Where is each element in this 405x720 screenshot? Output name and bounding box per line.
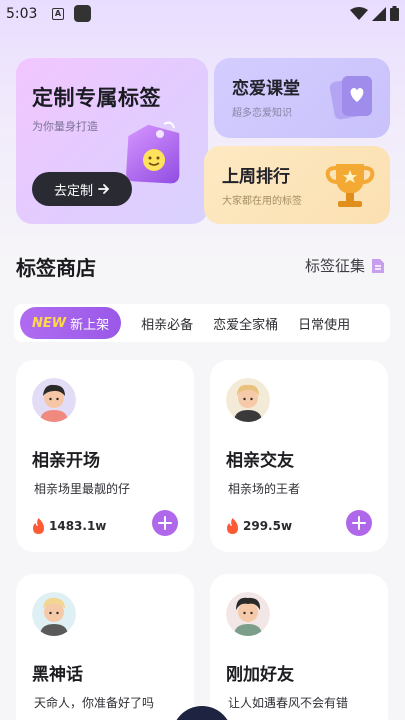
arrow-right-icon bbox=[98, 184, 110, 194]
add-tag-button[interactable] bbox=[346, 510, 372, 536]
document-icon bbox=[372, 258, 384, 273]
tag-store-title: 标签商店 bbox=[16, 256, 96, 280]
tag-collection-link[interactable]: 标签征集 bbox=[305, 255, 385, 276]
plus-icon bbox=[352, 516, 366, 530]
usage-count-value: 299.5w bbox=[243, 519, 293, 533]
avatar bbox=[32, 592, 76, 636]
custom-tag-title: 定制专属标签 bbox=[32, 86, 161, 110]
tag-collection-label: 标签征集 bbox=[304, 257, 365, 275]
weekly-ranking-banner[interactable]: 上周排行 大家都在用的标签 bbox=[204, 146, 390, 224]
plus-icon bbox=[158, 516, 172, 530]
card-title: 黑神话 bbox=[32, 665, 83, 685]
custom-tag-subtitle: 为你量身打造 bbox=[32, 120, 98, 133]
tag-card[interactable]: 相亲开场 相亲场里最靓的仔 1483.1w bbox=[16, 360, 194, 552]
usage-count-value: 1483.1w bbox=[49, 519, 107, 533]
avatar bbox=[226, 592, 270, 636]
avatar bbox=[226, 378, 270, 422]
card-description: 相亲场里最靓的仔 bbox=[34, 482, 131, 496]
tab-new-arrivals-label: 新上架 bbox=[70, 317, 110, 333]
wifi-icon bbox=[350, 6, 368, 20]
flame-icon bbox=[227, 518, 238, 534]
custom-tag-banner[interactable]: 定制专属标签 为你量身打造 去定制 bbox=[16, 58, 208, 224]
usage-count: 299.5w bbox=[226, 518, 292, 534]
card-description: 天命人，你准备好了吗 bbox=[34, 696, 155, 710]
tab-daily-use[interactable]: 日常使用 bbox=[298, 314, 350, 333]
heart-card-icon bbox=[329, 76, 372, 120]
usage-count: 1483.1w bbox=[32, 518, 106, 534]
tab-love-bundle[interactable]: 恋爱全家桶 bbox=[213, 314, 278, 333]
add-tag-button[interactable] bbox=[152, 510, 178, 536]
new-badge: NEW bbox=[32, 315, 67, 331]
love-course-banner[interactable]: 恋爱课堂 超多恋爱知识 bbox=[214, 58, 390, 138]
notification-a-icon: A bbox=[52, 8, 64, 20]
flame-icon bbox=[33, 518, 44, 534]
card-title: 相亲交友 bbox=[226, 451, 294, 471]
tab-new-arrivals[interactable]: NEW 新上架 bbox=[20, 307, 122, 339]
status-bar: 5:03 A bbox=[0, 0, 405, 30]
customize-button[interactable]: 去定制 bbox=[32, 172, 132, 206]
card-description: 让人如遇春风不会有错 bbox=[228, 696, 349, 710]
battery-icon bbox=[390, 6, 399, 21]
notification-square-icon bbox=[74, 5, 91, 22]
status-time: 5:03 bbox=[6, 6, 38, 22]
card-title: 刚加好友 bbox=[226, 665, 294, 685]
signal-icon bbox=[372, 6, 386, 21]
status-indicators bbox=[350, 6, 399, 21]
trophy-icon bbox=[325, 164, 375, 207]
card-description: 相亲场的王者 bbox=[228, 482, 301, 496]
tag-icon bbox=[126, 121, 180, 184]
tag-card[interactable]: 刚加好友 让人如遇春风不会有错 bbox=[210, 574, 388, 720]
tag-category-tabs: NEW 新上架 相亲必备 恋爱全家桶 日常使用 bbox=[14, 304, 390, 342]
avatar bbox=[32, 378, 76, 422]
customize-button-label: 去定制 bbox=[53, 183, 93, 199]
ranking-title: 上周排行 bbox=[222, 167, 290, 187]
card-title: 相亲开场 bbox=[32, 451, 100, 471]
tag-card[interactable]: 黑神话 天命人，你准备好了吗 bbox=[16, 574, 194, 720]
tab-blind-date[interactable]: 相亲必备 bbox=[141, 314, 193, 333]
tag-card[interactable]: 相亲交友 相亲场的王者 299.5w bbox=[210, 360, 388, 552]
ranking-subtitle: 大家都在用的标签 bbox=[222, 196, 302, 207]
love-course-subtitle: 超多恋爱知识 bbox=[232, 108, 292, 119]
love-course-title: 恋爱课堂 bbox=[232, 79, 300, 99]
